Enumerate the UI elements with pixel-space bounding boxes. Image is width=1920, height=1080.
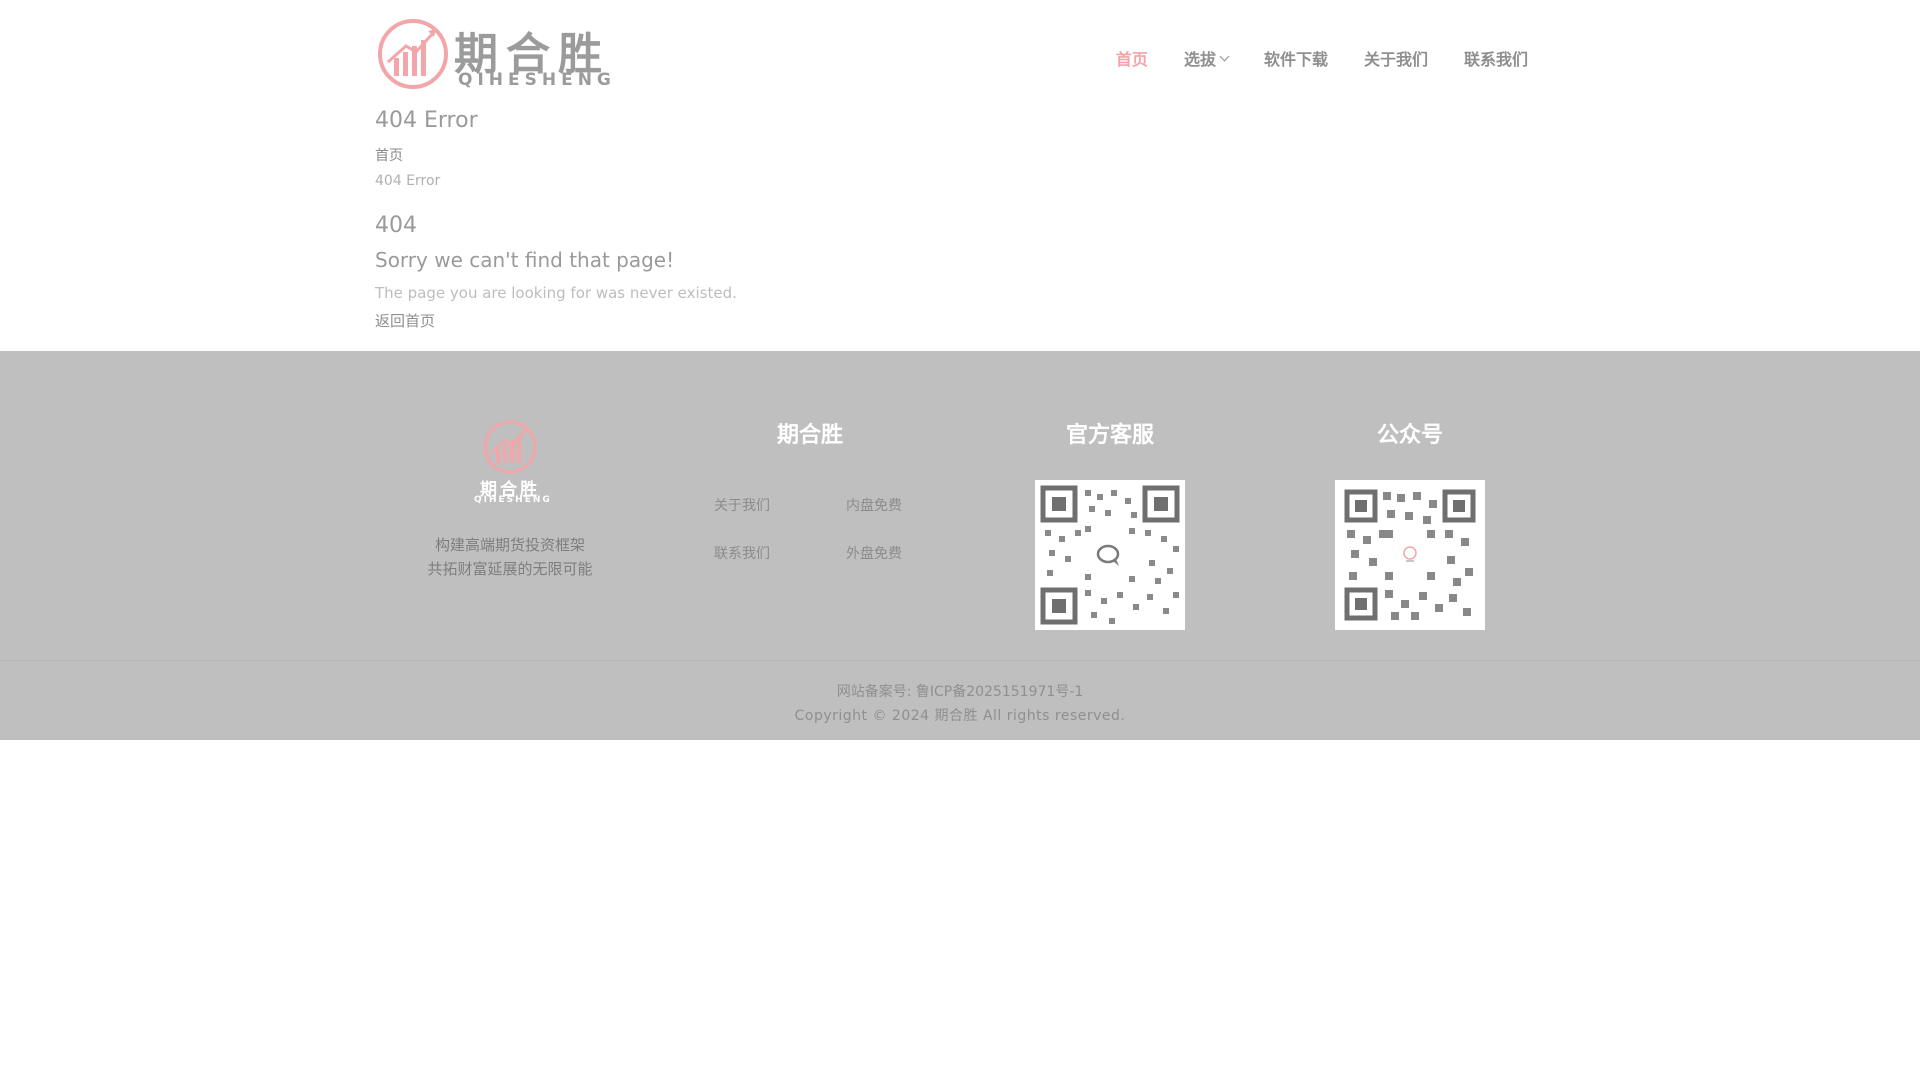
error-title: Sorry we can't find that page! xyxy=(375,248,675,272)
nav-label: 联系我们 xyxy=(1463,50,1528,69)
page-title: 404 Error xyxy=(375,108,478,133)
copyright-text: Copyright © 2024 期合胜 All rights reserved… xyxy=(794,708,1126,724)
footer-logo-text-en: QIHESHENG xyxy=(474,495,552,505)
nav-item-contact[interactable]: 联系我们 xyxy=(1464,46,1528,70)
site-logo[interactable]: 期合胜 QIHESHENG xyxy=(376,16,622,92)
nav-item-selection[interactable]: 选拔 xyxy=(1183,46,1230,70)
slogan-line: 共拓财富延展的无限可能 xyxy=(427,560,593,578)
footer-official-title: 公众号 xyxy=(1376,423,1443,448)
nav-label: 选拔 xyxy=(1183,50,1216,69)
footer-slogan: 构建高端期货投资框架 共拓财富延展的无限可能 xyxy=(400,533,620,581)
service-qr-code xyxy=(1035,480,1185,630)
slogan-line: 构建高端期货投资框架 xyxy=(434,536,585,554)
footer-link-foreign-free[interactable]: 外盘免费 xyxy=(846,543,902,563)
site-footer: 期合胜 QIHESHENG 构建高端期货投资框架 共拓财富延展的无限可能 期合胜… xyxy=(0,351,1920,661)
nav-item-home[interactable]: 首页 xyxy=(1116,46,1148,70)
nav-label: 首页 xyxy=(1115,50,1148,69)
site-header: 期合胜 QIHESHENG 首页 选拔 软件下载 关于我们 联系我们 xyxy=(0,0,1920,108)
nav-label: 关于我们 xyxy=(1363,50,1428,69)
breadcrumb-home-link[interactable]: 首页 xyxy=(375,145,1545,165)
footer-brand-title: 期合胜 xyxy=(776,423,843,448)
nav-item-download[interactable]: 软件下载 xyxy=(1264,46,1328,70)
nav-item-about[interactable]: 关于我们 xyxy=(1364,46,1428,70)
back-home-link[interactable]: 返回首页 xyxy=(375,310,1545,331)
main-nav: 首页 选拔 软件下载 关于我们 联系我们 xyxy=(1080,46,1528,70)
icp-record-link[interactable]: 网站备案号: 鲁ICP备2025151971号-1 xyxy=(0,681,1920,701)
chevron-down-icon xyxy=(1219,51,1230,61)
nav-label: 软件下载 xyxy=(1263,50,1328,69)
logo-chart-icon xyxy=(483,420,537,474)
footer-link-contact[interactable]: 联系我们 xyxy=(714,543,770,563)
footer-main: 期合胜 QIHESHENG 构建高端期货投资框架 共拓财富延展的无限可能 期合胜… xyxy=(0,351,1920,661)
official-account-qr-code xyxy=(1335,480,1485,630)
logo-chart-icon xyxy=(378,19,448,89)
footer-link-about[interactable]: 关于我们 xyxy=(714,495,770,515)
footer-link-domestic-free[interactable]: 内盘免费 xyxy=(846,495,902,515)
logo-text-en: QIHESHENG xyxy=(458,70,616,90)
footer-brand: 期合胜 QIHESHENG 构建高端期货投资框架 共拓财富延展的无限可能 xyxy=(400,419,620,581)
footer-bottom: 网站备案号: 鲁ICP备2025151971号-1 Copyright © 20… xyxy=(0,660,1920,740)
breadcrumb-current: 404 Error xyxy=(375,173,441,189)
error-code: 404 xyxy=(375,213,417,238)
footer-logo: 期合胜 QIHESHENG xyxy=(474,419,552,505)
footer-service-title: 官方客服 xyxy=(1065,423,1154,448)
page-content: 404 Error 首页 404 Error 404 Sorry we can'… xyxy=(375,108,1545,331)
error-description: The page you are looking for was never e… xyxy=(375,284,737,302)
